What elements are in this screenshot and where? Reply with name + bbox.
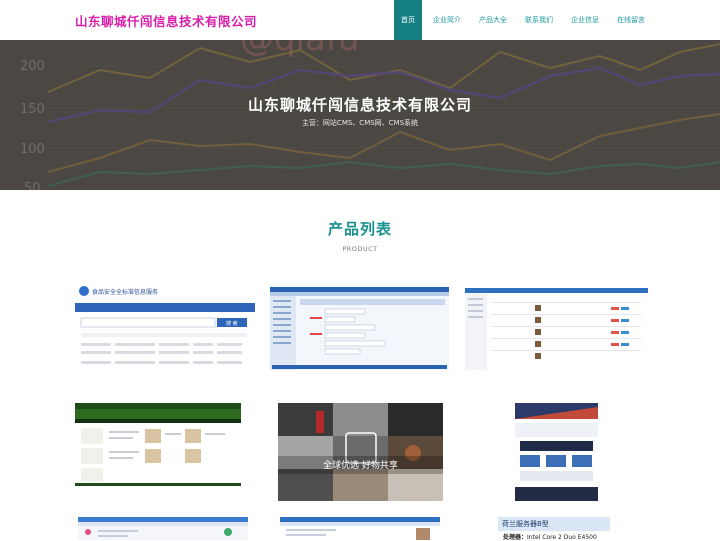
site-brand[interactable]: 山东聊城仟闯信息技术有限公司: [75, 11, 257, 30]
nav-message[interactable]: 在线留言: [610, 0, 652, 40]
nav-products[interactable]: 产品大全: [472, 0, 514, 40]
product-5-overlay-text: 全球优选 好物共享: [323, 461, 398, 471]
product-1-title: 食品安全全标准信息服务: [92, 288, 158, 296]
product-thumbnail-1: 食品安全全标准信息服务 搜 索: [75, 283, 255, 375]
product-thumbnail-8: [280, 517, 440, 540]
product-card-8[interactable]: [280, 517, 440, 540]
hero-title: 山东聊城仟闯信息技术有限公司: [247, 96, 472, 114]
product-card-2[interactable]: [270, 287, 449, 370]
product-thumbnail-5: [278, 403, 443, 501]
product-card-6[interactable]: [515, 403, 598, 501]
hero-subtitle: 主营：网站CMS、CMS网、CMS系统: [301, 119, 419, 127]
product-card-5[interactable]: 全球优选 好物共享: [278, 403, 443, 501]
product-server-title[interactable]: 荷兰服务器B型: [498, 517, 610, 531]
product-card-4[interactable]: [75, 403, 241, 486]
product-thumbnail-7: [78, 517, 248, 540]
product-thumbnail-2: [270, 287, 449, 370]
nav-about[interactable]: 企业简介: [426, 0, 468, 40]
nav-company-info[interactable]: 企业信息: [564, 0, 606, 40]
product-card-1[interactable]: 食品安全全标准信息服务 搜 索: [75, 283, 255, 375]
product-card-3[interactable]: [465, 288, 648, 370]
nav-home[interactable]: 首页: [394, 0, 422, 40]
product-thumbnail-3: [465, 288, 648, 370]
product-thumbnail-4: [75, 403, 241, 486]
section-subtitle: PRODUCT: [342, 245, 378, 253]
product-1-search-button: 搜 索: [226, 320, 238, 327]
product-thumbnail-6: [515, 403, 598, 501]
product-card-7[interactable]: [78, 517, 248, 540]
hero-background-chart: @qiafu 200 150 100 50: [0, 40, 720, 190]
nav-contact[interactable]: 联系我们: [518, 0, 560, 40]
site-header: 山东聊城仟闯信息技术有限公司 首页 企业简介 产品大全 联系我们 企业信息 在线…: [0, 0, 720, 40]
main-nav: 首页 企业简介 产品大全 联系我们 企业信息 在线留言: [390, 0, 652, 40]
section-title: 产品列表: [327, 220, 392, 238]
hero-banner: @qiafu 200 150 100 50 山东聊城仟闯信息技术有限公司 主营：…: [0, 40, 720, 190]
